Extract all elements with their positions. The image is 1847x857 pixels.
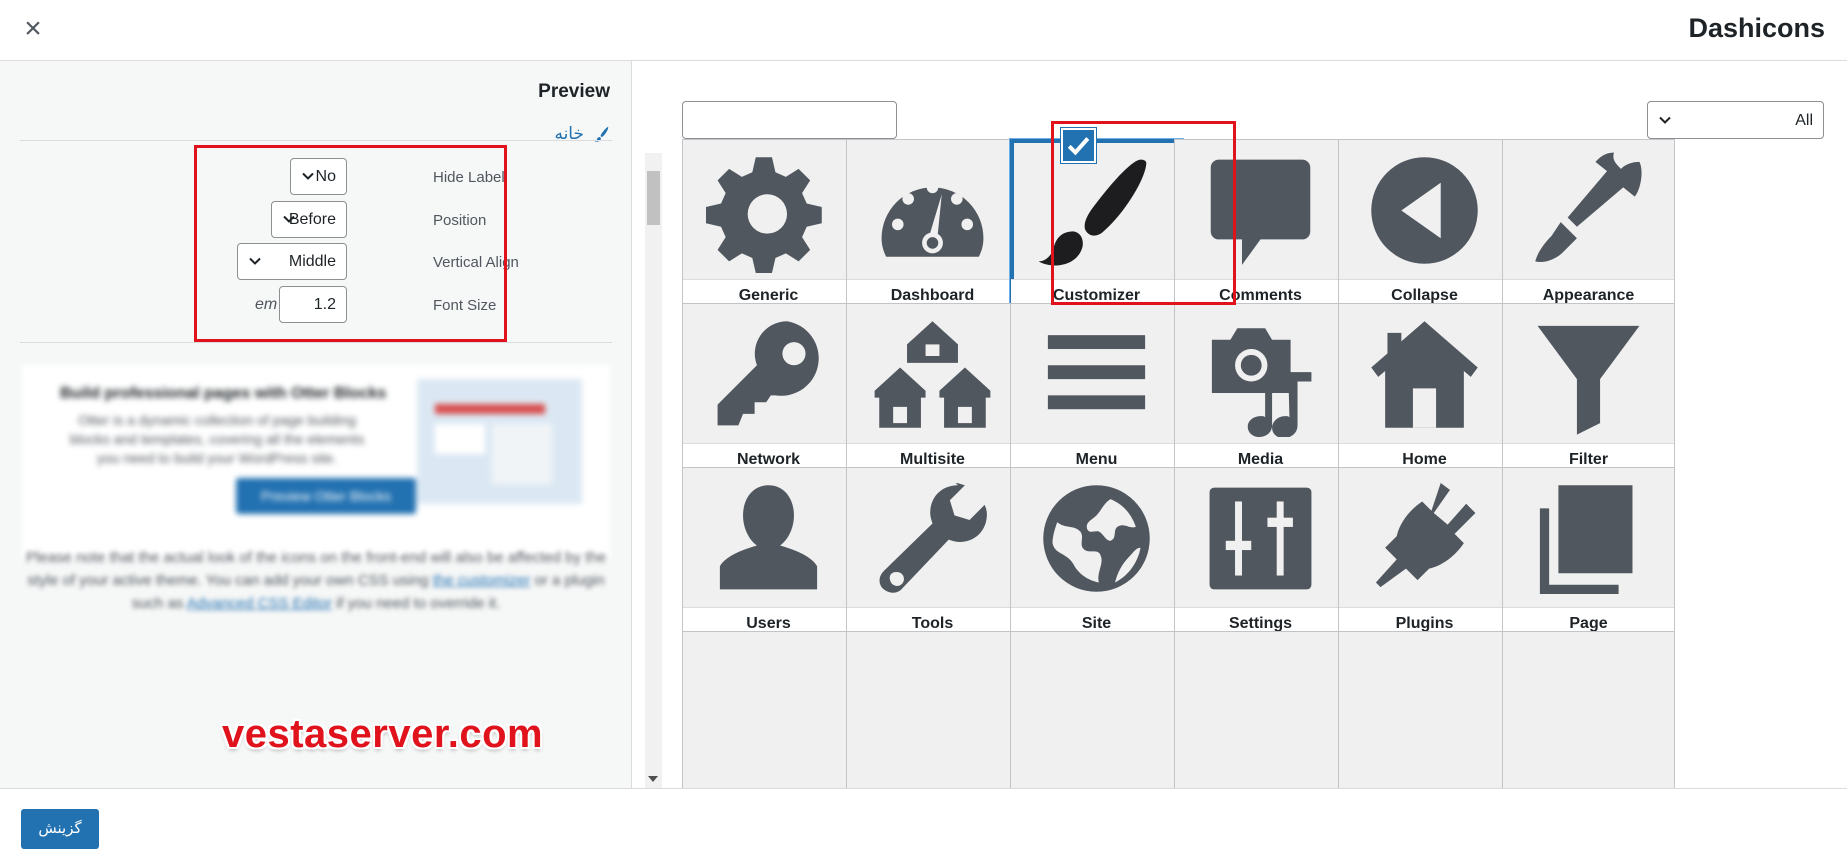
modal-title: Dashicons xyxy=(1688,13,1825,43)
icon-tile-partial[interactable] xyxy=(1338,631,1511,788)
preview-item-label: خانه xyxy=(554,124,584,143)
icon-tile-page[interactable]: Page xyxy=(1502,467,1675,641)
icon-tile-users[interactable]: Users xyxy=(682,467,855,641)
camera-music-icon xyxy=(1175,304,1346,444)
icon-tile-collapse[interactable]: Collapse xyxy=(1338,139,1511,313)
sliders-icon xyxy=(1175,468,1346,608)
modal-footer: گزینش xyxy=(0,788,1847,857)
promo-button[interactable]: Preview Otter Blocks xyxy=(236,478,416,514)
customizer-link[interactable]: the customizer xyxy=(433,572,531,589)
home-icon xyxy=(1339,304,1510,444)
close-icon[interactable]: × xyxy=(20,14,46,44)
promo-image xyxy=(417,379,582,504)
watermark: vestaserver.com xyxy=(222,712,544,756)
icon-tile-partial[interactable] xyxy=(1174,631,1347,788)
icon-tile-menu[interactable]: Menu xyxy=(1010,303,1183,477)
plug-icon xyxy=(1339,468,1510,608)
collapse-arrow-icon xyxy=(1339,140,1510,280)
menu-lines-icon xyxy=(1011,304,1182,444)
globe-icon xyxy=(1011,468,1182,608)
icon-tile-dashboard[interactable]: Dashboard xyxy=(846,139,1019,313)
icon-tile-site[interactable]: Site xyxy=(1010,467,1183,641)
icon-tile-multisite[interactable]: Multisite xyxy=(846,303,1019,477)
preview-panel: Preview خانه No Hide Label Before Positi… xyxy=(0,61,632,788)
icon-tile-media[interactable]: Media xyxy=(1174,303,1347,477)
appearance-brush-icon xyxy=(1503,140,1674,280)
choose-button[interactable]: گزینش xyxy=(21,809,99,849)
preview-menu-item[interactable]: خانه xyxy=(554,124,610,144)
icon-tile-tools[interactable]: Tools xyxy=(846,467,1019,641)
user-icon xyxy=(683,468,854,608)
icon-picker-panel: All Generic Dashboard Customizer Comments Co… xyxy=(633,61,1847,788)
key-icon xyxy=(683,304,854,444)
theme-note: Please note that the actual look of the … xyxy=(25,549,607,612)
checkmark-icon xyxy=(1061,128,1096,163)
icon-tile-partial[interactable] xyxy=(846,631,1019,788)
icon-tile-home[interactable]: Home xyxy=(1338,303,1511,477)
icon-tile-partial[interactable] xyxy=(682,631,855,788)
divider xyxy=(20,140,612,141)
funnel-icon xyxy=(1503,304,1674,444)
icon-tile-generic[interactable]: Generic xyxy=(682,139,855,313)
icon-grid: Generic Dashboard Customizer Comments Collap… xyxy=(633,61,1847,788)
promo-title: Build professional pages with Otter Bloc… xyxy=(60,385,387,402)
promo-card: Build professional pages with Otter Bloc… xyxy=(22,365,610,560)
gear-icon xyxy=(683,140,854,280)
modal-header: × Dashicons xyxy=(0,0,1847,61)
icon-tile-partial[interactable] xyxy=(1502,631,1675,788)
wrench-icon xyxy=(847,468,1018,608)
pages-icon xyxy=(1503,468,1674,608)
houses-icon xyxy=(847,304,1018,444)
dashboard-gauge-icon xyxy=(847,140,1018,280)
highlight-box xyxy=(194,145,507,342)
icon-tile-settings[interactable]: Settings xyxy=(1174,467,1347,641)
icon-tile-network[interactable]: Network xyxy=(682,303,855,477)
promo-text: Otter is a dynamic collection of page bu… xyxy=(69,412,365,466)
divider xyxy=(20,342,612,343)
icon-tile-appearance[interactable]: Appearance xyxy=(1502,139,1675,313)
icon-tile-partial[interactable] xyxy=(1010,631,1183,788)
dashicons-modal: × Dashicons Preview خانه No Hide Label B… xyxy=(0,0,1847,857)
preview-title: Preview xyxy=(538,81,610,102)
css-editor-link[interactable]: Advanced CSS Editor xyxy=(187,595,332,612)
icon-tile-filter[interactable]: Filter xyxy=(1502,303,1675,477)
icon-tile-plugins[interactable]: Plugins xyxy=(1338,467,1511,641)
